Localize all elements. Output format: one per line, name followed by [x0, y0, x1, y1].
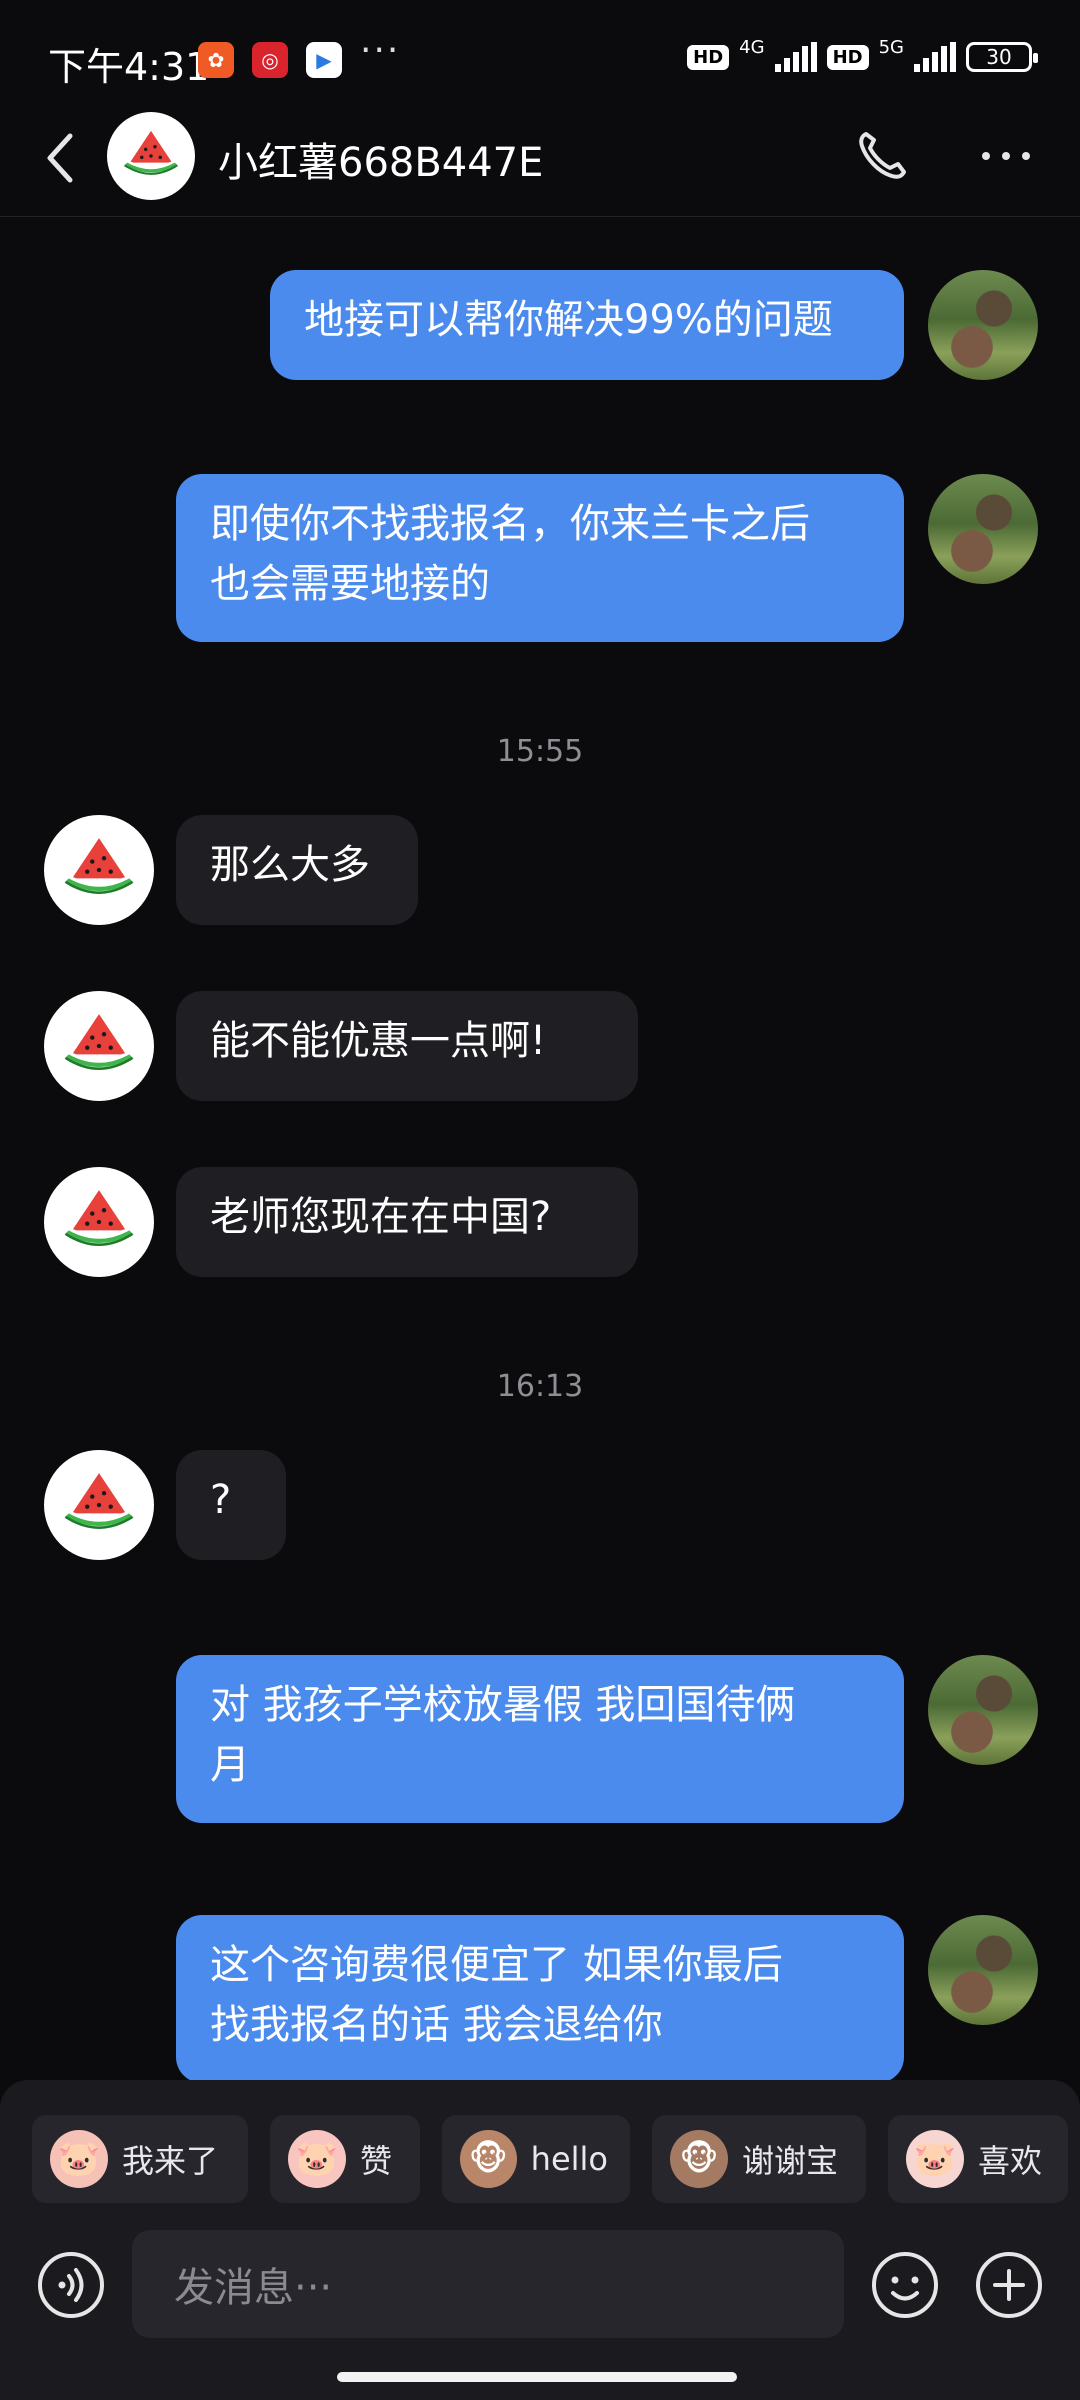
message-bubble-sent[interactable]: 即使你不找我报名，你来兰卡之后 也会需要地接的 — [176, 474, 904, 642]
watermelon-icon — [57, 828, 141, 912]
quick-reply-item[interactable]: 🐷 我来了 — [32, 2115, 248, 2203]
message-bubble-sent[interactable]: 地接可以帮你解决99%的问题 — [270, 270, 904, 380]
watermelon-icon — [57, 1180, 141, 1264]
message-bubble-received[interactable]: 那么大多 — [176, 815, 418, 925]
my-avatar[interactable] — [928, 474, 1038, 584]
more-options-icon[interactable] — [976, 136, 1036, 176]
message-text-line: 这个咨询费很便宜了 如果你最后 — [210, 1942, 783, 1988]
battery-icon: 30 — [966, 42, 1038, 72]
add-attachment-icon[interactable] — [974, 2250, 1044, 2320]
status-indicators: HD 4G HD 5G 30 — [687, 37, 1038, 72]
watermelon-icon — [118, 123, 184, 189]
sticker-icon: 🐷 — [288, 2130, 346, 2188]
sticker-icon: 🐷 — [906, 2130, 964, 2188]
message-text: 那么大多 — [210, 842, 370, 888]
notification-icons: ✿ ◎ ▶ — [198, 42, 342, 78]
timestamp: 16:13 — [496, 1369, 584, 1404]
timestamp: 15:55 — [496, 734, 584, 769]
play-store-icon: ▶ — [306, 42, 342, 78]
status-bar: 下午4:31 ✿ ◎ ▶ ··· HD 4G HD 5G 30 — [0, 0, 1080, 120]
quick-reply-label: 谢谢宝 — [742, 2142, 839, 2180]
composer-panel: 🐷 我来了 🐷 赞 🐵 hello 🐵 谢谢宝 🐷 喜欢 发消息··· — [0, 2080, 1080, 2400]
message-text-line: 即使你不找我报名，你来兰卡之后 — [210, 501, 810, 547]
message-text-line: 也会需要地接的 — [210, 561, 490, 607]
contact-avatar[interactable] — [44, 1167, 154, 1277]
quick-reply-item[interactable]: 🐵 谢谢宝 — [652, 2115, 866, 2203]
emoji-icon[interactable] — [870, 2250, 940, 2320]
message-text: 能不能优惠一点啊! — [210, 1018, 547, 1064]
contact-avatar[interactable] — [44, 815, 154, 925]
phone-icon[interactable] — [852, 126, 912, 186]
quick-reply-label: hello — [530, 2140, 608, 2178]
signal-icon — [774, 42, 817, 72]
chat-header: 小红薯668B447E — [0, 110, 1080, 217]
hd-badge: HD — [687, 44, 730, 70]
my-avatar[interactable] — [928, 270, 1038, 380]
message-text: ? — [210, 1477, 232, 1523]
sticker-icon: 🐵 — [670, 2130, 728, 2188]
message-text-line: 对 我孩子学校放暑假 我回国待俩 — [210, 1682, 796, 1728]
message-bubble-received[interactable]: 老师您现在在中国? — [176, 1167, 638, 1277]
watermelon-icon — [57, 1463, 141, 1547]
message-input[interactable]: 发消息··· — [132, 2230, 844, 2338]
contact-name[interactable]: 小红薯668B447E — [218, 130, 543, 188]
home-indicator[interactable] — [337, 2372, 737, 2382]
watermelon-icon — [57, 1004, 141, 1088]
message-text: 老师您现在在中国? — [210, 1194, 552, 1240]
contact-avatar[interactable] — [44, 991, 154, 1101]
quick-reply-bar: 🐷 我来了 🐷 赞 🐵 hello 🐵 谢谢宝 🐷 喜欢 — [32, 2115, 1068, 2203]
quick-reply-label: 喜欢 — [978, 2142, 1043, 2180]
hd-badge: HD — [826, 44, 869, 70]
kuaishou-icon: ✿ — [198, 42, 234, 78]
quick-reply-item[interactable]: 🐷 喜欢 — [888, 2115, 1068, 2203]
message-bubble-sent[interactable]: 对 我孩子学校放暑假 我回国待俩 月 — [176, 1655, 904, 1823]
message-bubble-received[interactable]: ? — [176, 1450, 286, 1560]
network-type: 5G — [878, 36, 904, 58]
voice-input-icon[interactable] — [36, 2250, 106, 2320]
back-icon[interactable] — [40, 128, 80, 188]
message-bubble-received[interactable]: 能不能优惠一点啊! — [176, 991, 638, 1101]
app-notification-icon: ◎ — [252, 42, 288, 78]
my-avatar[interactable] — [928, 1655, 1038, 1765]
message-bubble-sent[interactable]: 这个咨询费很便宜了 如果你最后 找我报名的话 我会退给你 — [176, 1915, 904, 2083]
sticker-icon: 🐷 — [50, 2130, 108, 2188]
contact-avatar[interactable] — [107, 112, 195, 200]
my-avatar[interactable] — [928, 1915, 1038, 2025]
quick-reply-label: 赞 — [360, 2142, 393, 2180]
message-text-line: 月 — [210, 1742, 250, 1788]
quick-reply-label: 我来了 — [122, 2142, 219, 2180]
quick-reply-item[interactable]: 🐵 hello — [442, 2115, 630, 2203]
network-type: 4G — [739, 36, 765, 58]
status-time: 下午4:31 — [48, 45, 210, 89]
message-text: 地接可以帮你解决99%的问题 — [304, 297, 833, 343]
quick-reply-item[interactable]: 🐷 赞 — [270, 2115, 420, 2203]
message-text-line: 找我报名的话 我会退给你 — [210, 2002, 663, 2048]
signal-icon — [914, 42, 956, 72]
sticker-icon: 🐵 — [460, 2130, 517, 2188]
more-notifications-icon: ··· — [360, 30, 401, 71]
contact-avatar[interactable] — [44, 1450, 154, 1560]
